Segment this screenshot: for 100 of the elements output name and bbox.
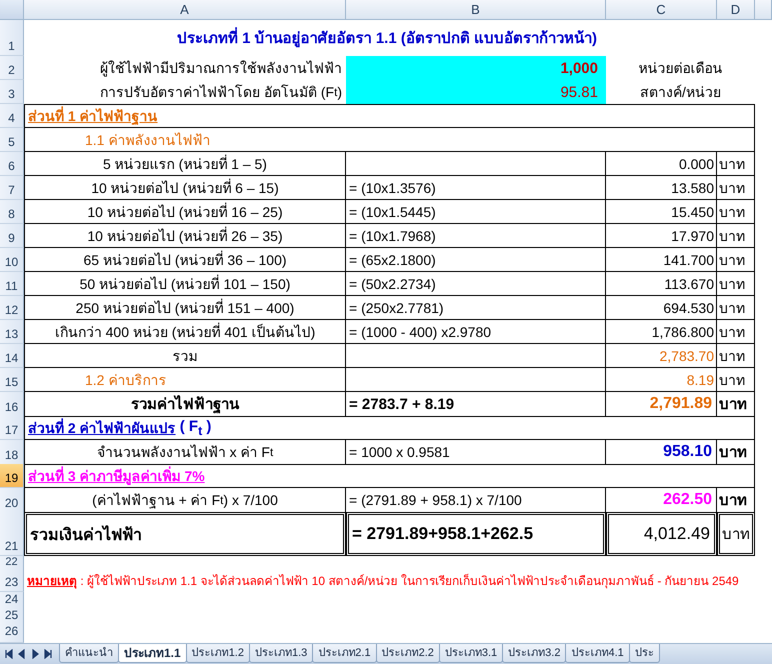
table-cell: = 2783.7 + 8.19 xyxy=(346,392,606,417)
sheet-tab[interactable]: ประเภท2.1 xyxy=(312,644,377,663)
row-header[interactable]: 3 xyxy=(0,80,24,104)
table-cell: บาท xyxy=(717,224,755,248)
section-heading: ส่วนที่ 2 ค่าไฟฟ้าผันแปร xyxy=(28,417,176,438)
table-cell-text: สตางค์/หน่วย xyxy=(639,83,722,102)
table-cell: บาท xyxy=(717,320,755,344)
input-cell[interactable]: 95.81 xyxy=(346,80,606,104)
column-header[interactable]: D xyxy=(717,0,755,20)
row-header[interactable]: 7 xyxy=(0,176,24,200)
row-header[interactable]: 17 xyxy=(0,416,24,440)
sheet-tab[interactable]: ประเภท4.1 xyxy=(565,644,630,663)
table-cell: 0.000 xyxy=(606,152,717,176)
column-header[interactable]: A xyxy=(24,0,346,20)
table-cell: = (65x2.1800) xyxy=(346,248,606,272)
row-header[interactable]: 5 xyxy=(0,128,24,152)
sheet-tab[interactable]: ประเภท1.2 xyxy=(186,644,250,663)
table-cell: 17.970 xyxy=(606,224,717,248)
row-header[interactable]: 19 xyxy=(0,464,24,488)
first-sheet-icon[interactable] xyxy=(4,649,14,659)
table-cell: รวมค่าไฟฟ้าฐาน xyxy=(24,392,346,417)
next-sheet-icon[interactable] xyxy=(30,649,40,659)
table-cell: = (10x1.7968) xyxy=(346,224,606,248)
table-cell: 8.19 xyxy=(606,368,717,392)
row-header[interactable]: 14 xyxy=(0,344,24,368)
table-cell: = (10x1.5445) xyxy=(346,200,606,224)
table-cell: = (1000 - 400) x2.9780 xyxy=(346,320,606,344)
table-cell: รวม xyxy=(24,344,346,368)
row-header[interactable]: 16 xyxy=(0,392,24,417)
table-cell: 250 หน่วยต่อไป (หน่วยที่ 151 – 400) xyxy=(24,296,346,320)
table-cell: 5 หน่วยแรก (หน่วยที่ 1 – 5) xyxy=(24,152,346,176)
table-cell: 262.50 xyxy=(606,488,717,513)
table-cell: บาท xyxy=(717,200,755,224)
table-cell: บาท xyxy=(717,152,755,176)
table-cell-text: หน่วยต่อเดือน xyxy=(638,59,724,78)
table-cell: 10 หน่วยต่อไป (หน่วยที่ 16 – 25) xyxy=(24,200,346,224)
table-cell: บาท xyxy=(717,344,755,368)
input-cell[interactable]: 1,000 xyxy=(346,56,606,80)
row-header[interactable]: 24 xyxy=(0,592,24,609)
table-cell: = (10x1.3576) xyxy=(346,176,606,200)
table-cell: = (250x2.7781) xyxy=(346,296,606,320)
table-cell: บาท xyxy=(717,368,755,392)
row-header[interactable]: 15 xyxy=(0,368,24,392)
table-cell: = 2791.89+958.1+262.5 xyxy=(346,512,606,556)
row-header[interactable]: 26 xyxy=(0,624,24,641)
table-cell: 50 หน่วยต่อไป (หน่วยที่ 101 – 150) xyxy=(24,272,346,296)
table-cell: 113.670 xyxy=(606,272,717,296)
row-header[interactable]: 2 xyxy=(0,56,24,80)
row-header[interactable]: 4 xyxy=(0,104,24,128)
sheet-tab[interactable]: คำแนะนำ xyxy=(59,644,119,663)
row-header[interactable]: 25 xyxy=(0,608,24,625)
table-cell: 2,791.89 xyxy=(606,392,717,417)
table-cell: 1.1 ค่าพลังงานไฟฟ้า xyxy=(24,128,755,152)
section-suffix: ( F$_{t}$ ) xyxy=(178,418,212,438)
table-cell: = 1000 x 0.9581 xyxy=(346,440,606,465)
sheet-title: ประเภทที่ 1 บ้านอยู่อาศัยอัตรา 1.1 (อัตราปกติ แบบอัตราก้าวหน้า) xyxy=(24,20,717,56)
column-header[interactable]: B xyxy=(346,0,606,20)
sheet-tab[interactable]: ประเภท3.1 xyxy=(438,644,504,663)
table-cell: 141.700 xyxy=(606,248,717,272)
table-cell: 1.2 ค่าบริการ xyxy=(24,368,346,392)
row-header[interactable]: 11 xyxy=(0,272,24,296)
sheet-tab[interactable]: ประเภท1.3 xyxy=(248,644,314,663)
row-header[interactable]: 21 xyxy=(0,512,24,556)
table-cell: บาท xyxy=(717,512,755,556)
row-header[interactable]: 10 xyxy=(0,248,24,272)
sheet-tab[interactable]: ประเภท1.1 xyxy=(118,644,187,663)
table-cell: 13.580 xyxy=(606,176,717,200)
table-cell: 694.530 xyxy=(606,296,717,320)
note-label: หมายเหตุ xyxy=(27,572,77,590)
table-cell: บาท xyxy=(717,488,755,513)
section-heading: ส่วนที่ 1 ค่าไฟฟ้าฐาน xyxy=(28,105,158,127)
row-header[interactable]: 8 xyxy=(0,200,24,224)
table-cell: = (50x2.2734) xyxy=(346,272,606,296)
table-cell-text: ผู้ใช้ไฟฟ้ามีปริมาณการใช้พลังงานไฟฟ้า xyxy=(99,59,343,79)
table-cell: = (2791.89 + 958.1) x 7/100 xyxy=(346,488,606,513)
table-cell: บาท xyxy=(717,248,755,272)
row-header[interactable]: 1 xyxy=(0,20,24,56)
row-header[interactable]: 6 xyxy=(0,152,24,176)
row-header[interactable]: 23 xyxy=(0,568,24,592)
table-cell: 958.10 xyxy=(606,440,717,465)
last-sheet-icon[interactable] xyxy=(43,649,53,659)
table-cell: บาท xyxy=(717,392,755,417)
sheet-tab[interactable]: ประ xyxy=(628,644,660,663)
table-cell: 4,012.49 xyxy=(606,512,717,556)
column-header[interactable]: C xyxy=(606,0,717,20)
row-header[interactable]: 13 xyxy=(0,320,24,344)
sheet-tab[interactable]: ประเภท2.2 xyxy=(376,644,440,663)
table-cell: บาท xyxy=(717,272,755,296)
table-cell: 65 หน่วยต่อไป (หน่วยที่ 36 – 100) xyxy=(24,248,346,272)
table-cell: บาท xyxy=(717,296,755,320)
row-header[interactable]: 20 xyxy=(0,488,24,513)
table-cell: 2,783.70 xyxy=(606,344,717,368)
previous-sheet-icon[interactable] xyxy=(17,649,27,659)
row-header[interactable]: 9 xyxy=(0,224,24,248)
row-header[interactable]: 12 xyxy=(0,296,24,320)
table-cell: 10 หน่วยต่อไป (หน่วยที่ 26 – 35) xyxy=(24,224,346,248)
row-header[interactable]: 18 xyxy=(0,440,24,465)
table-cell: เกินกว่า 400 หน่วย (หน่วยที่ 401 เป็นต้นไป) xyxy=(24,320,346,344)
sheet-tab[interactable]: ประเภท3.2 xyxy=(502,644,566,663)
row-header[interactable]: 22 xyxy=(0,556,24,569)
